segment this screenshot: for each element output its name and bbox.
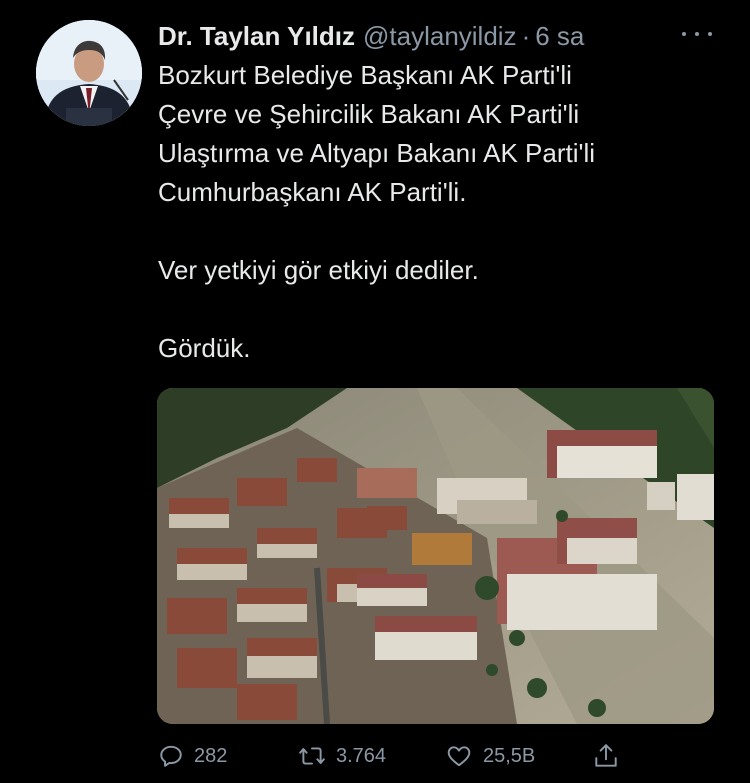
tweet-text-line: Gördük.	[158, 333, 251, 363]
share-button[interactable]	[593, 738, 619, 774]
tweet-text-line: Ulaştırma ve Altyapı Bakanı AK Parti'li	[158, 138, 596, 168]
tweet-timestamp[interactable]: 6 sa	[535, 21, 584, 52]
tweet[interactable]: Dr. Taylan Yıldız @taylanyildiz · 6 sa B…	[0, 0, 750, 783]
retweet-button[interactable]: 3.764	[298, 738, 386, 774]
tweet-header: Dr. Taylan Yıldız @taylanyildiz · 6 sa	[158, 18, 584, 54]
tweet-media-photo[interactable]	[157, 388, 714, 724]
more-horizontal-icon[interactable]	[682, 22, 712, 46]
tweet-text-line: Ver yetkiyi gör etkiyi dediler.	[158, 255, 479, 285]
flood-aerial-photo	[157, 388, 714, 724]
separator-dot: ·	[521, 20, 531, 51]
reply-button[interactable]: 282	[158, 738, 227, 774]
reply-icon	[160, 745, 182, 767]
retweet-count: 3.764	[336, 744, 387, 767]
tweet-text-line: Bozkurt Belediye Başkanı AK Parti'li	[158, 60, 572, 90]
like-button[interactable]: 25,5B	[445, 738, 535, 774]
tweet-actions: 282 3.764 25,5B	[158, 738, 628, 774]
tweet-text-gap	[158, 290, 718, 329]
reply-count: 282	[194, 744, 228, 767]
author-handle[interactable]: @taylanyildiz	[363, 21, 517, 52]
heart-icon	[447, 746, 471, 767]
tweet-text-line: Çevre ve Şehircilik Bakanı AK Parti'li	[158, 99, 580, 129]
tweet-text-line: Cumhurbaşkanı AK Parti'li.	[158, 177, 467, 207]
like-count: 25,5B	[483, 744, 536, 767]
share-icon	[595, 744, 617, 767]
tweet-text: Bozkurt Belediye Başkanı AK Parti'li Çev…	[158, 56, 718, 368]
tweet-text-gap	[158, 212, 718, 251]
retweet-icon	[299, 747, 325, 765]
author-display-name[interactable]: Dr. Taylan Yıldız	[158, 21, 355, 52]
avatar[interactable]	[36, 20, 142, 126]
